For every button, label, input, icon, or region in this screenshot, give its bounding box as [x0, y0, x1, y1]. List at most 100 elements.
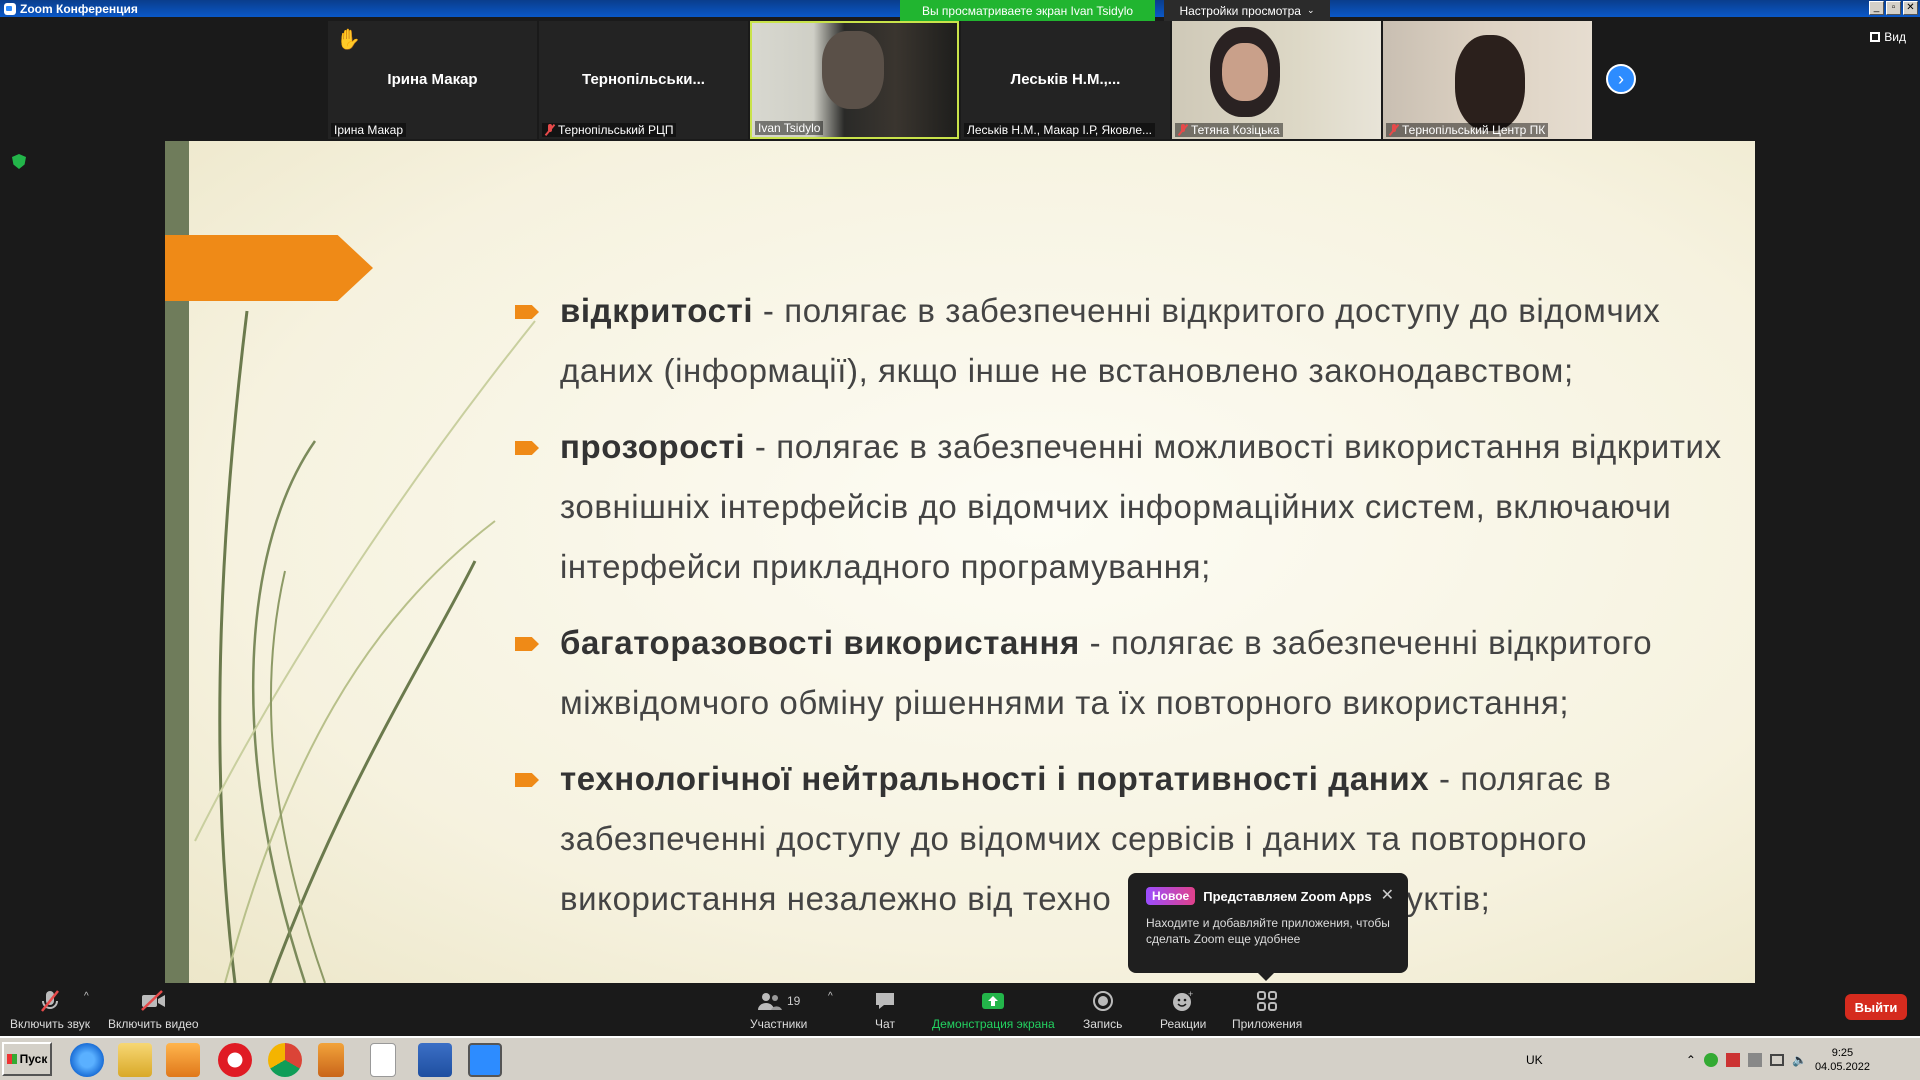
participant-label: Леськів Н.М., Макар І.Р, Яковле...	[964, 123, 1155, 137]
popup-title: Представляем Zoom Apps	[1203, 888, 1372, 904]
close-window-button[interactable]: ✕	[1903, 1, 1918, 15]
participants-icon: 19	[757, 989, 800, 1013]
share-screen-icon	[981, 989, 1005, 1013]
antivirus-icon[interactable]	[1725, 1053, 1740, 1067]
reactions-label: Реакции	[1160, 1017, 1207, 1031]
audio-options-caret-icon[interactable]: ^	[84, 991, 89, 1002]
word-icon[interactable]	[418, 1043, 452, 1077]
security-shield-icon[interactable]	[12, 154, 26, 169]
zoom-logo-icon	[4, 2, 16, 15]
new-badge: Новое	[1146, 887, 1196, 905]
view-settings-button[interactable]: Настройки просмотра ⌄	[1164, 0, 1330, 21]
participant-label: Ivan Tsidylo	[755, 121, 824, 135]
apps-icon	[1256, 989, 1278, 1013]
participants-button[interactable]: 19 Участники	[750, 989, 807, 1031]
bullet-arrow-icon	[515, 305, 539, 319]
start-video-button[interactable]: Включить видео	[108, 989, 199, 1031]
system-tray: UK ⌃ 🔈 9:25 04.05.2022	[1520, 1041, 1920, 1079]
start-video-label: Включить видео	[108, 1017, 199, 1031]
participant-label: Тетяна Козіцька	[1175, 123, 1283, 137]
zoom-taskbar-icon[interactable]	[468, 1043, 502, 1077]
meeting-toolbar: Включить звук ^ Включить видео 19 Участн…	[0, 983, 1920, 1035]
bullet-arrow-icon	[515, 637, 539, 651]
window-title: Zoom Конференция	[20, 1, 138, 16]
leave-button[interactable]: Выйти	[1845, 994, 1907, 1020]
bullet-term: відкритості	[560, 292, 754, 329]
folder-app-icon[interactable]	[318, 1043, 344, 1077]
apps-label: Приложения	[1232, 1017, 1303, 1031]
participant-tile[interactable]: Леськів Н.М.,... Леськів Н.М., Макар І.Р…	[961, 21, 1170, 139]
svg-text:+: +	[1188, 990, 1193, 999]
chrome-browser-icon[interactable]	[268, 1043, 302, 1077]
tray-expand-icon[interactable]: ⌃	[1686, 1053, 1696, 1067]
popup-header: Новое Представляем Zoom Apps	[1146, 887, 1390, 905]
participant-name: Тернопільськи...	[582, 71, 705, 88]
unmute-label: Включить звук	[10, 1017, 91, 1031]
participant-video-face	[822, 31, 884, 109]
unmute-button[interactable]: Включить звук	[10, 989, 90, 1031]
participant-tile[interactable]: Тернопільськи... Тернопільський РЦП	[539, 21, 748, 139]
participants-caret-icon[interactable]: ^	[828, 991, 833, 1002]
view-button-label: Вид	[1884, 30, 1906, 44]
participant-tile[interactable]: Тетяна Козіцька	[1172, 21, 1381, 139]
bullet-arrow-icon	[515, 773, 539, 787]
chat-bubble-icon	[874, 989, 896, 1013]
raised-hand-icon: ✋	[336, 29, 361, 51]
bullet-item: прозорості - полягає в забезпеченні можл…	[515, 417, 1725, 597]
window-controls: _ ▫ ✕	[1869, 1, 1918, 15]
bullet-item: відкритості - полягає в забезпеченні від…	[515, 281, 1725, 401]
zoom-apps-popup: Новое Представляем Zoom Apps ✕ Находите …	[1128, 873, 1408, 981]
apps-button[interactable]: Приложения	[1232, 989, 1302, 1031]
participants-count: 19	[786, 994, 801, 1008]
popup-body: Находите и добавляйте приложения, чтобы …	[1146, 916, 1390, 946]
participant-label-text: Тернопільський РЦП	[558, 123, 674, 137]
chat-label: Чат	[875, 1017, 895, 1031]
record-icon	[1092, 989, 1114, 1013]
bullet-term: прозорості	[560, 428, 746, 465]
opera-browser-icon[interactable]	[218, 1043, 252, 1077]
participant-tile-active-speaker[interactable]: Ivan Tsidylo	[750, 21, 959, 139]
clock[interactable]: 9:25 04.05.2022	[1815, 1046, 1870, 1074]
start-button[interactable]: Пуск	[2, 1042, 52, 1076]
participant-label-text: Ivan Tsidylo	[758, 121, 821, 135]
document-icon[interactable]	[370, 1043, 396, 1077]
share-banner: Вы просматриваете экран Ivan Tsidylo	[900, 0, 1155, 21]
participants-label: Участники	[750, 1017, 808, 1031]
muted-mic-icon	[1178, 124, 1188, 136]
record-label: Запись	[1083, 1017, 1123, 1031]
internet-explorer-icon[interactable]	[70, 1043, 104, 1077]
media-player-icon[interactable]	[166, 1043, 200, 1077]
participant-strip: ✋ Ірина Макар Ірина Макар Тернопільськи.…	[328, 21, 1592, 139]
file-explorer-icon[interactable]	[118, 1043, 152, 1077]
participant-name: Леськів Н.М.,...	[1010, 71, 1121, 88]
participant-label-text: Ірина Макар	[334, 123, 404, 137]
participant-tile[interactable]: Тернопільський Центр ПК	[1383, 21, 1592, 139]
monitor-icon[interactable]	[1769, 1054, 1784, 1066]
clock-time: 9:25	[1831, 1047, 1854, 1059]
share-screen-button[interactable]: Демонстрация экрана	[932, 989, 1055, 1031]
bullet-item: багаторазовості використання - полягає в…	[515, 613, 1725, 733]
maximize-button[interactable]: ▫	[1886, 1, 1901, 15]
shield-tray-icon[interactable]	[1747, 1053, 1762, 1067]
close-icon[interactable]: ✕	[1381, 885, 1394, 905]
minimize-button[interactable]: _	[1869, 1, 1884, 15]
network-icon[interactable]	[1703, 1053, 1718, 1067]
participant-tile[interactable]: ✋ Ірина Макар Ірина Макар	[328, 21, 537, 139]
chat-button[interactable]: Чат	[874, 989, 896, 1031]
view-button[interactable]: Вид	[1870, 30, 1906, 44]
language-indicator[interactable]: UK	[1526, 1053, 1543, 1067]
os-taskbar: Пуск UK ⌃ 🔈 9:25 04.05.2022	[0, 1036, 1920, 1080]
muted-mic-icon	[545, 124, 555, 136]
smiley-plus-icon: +	[1171, 989, 1195, 1013]
record-button[interactable]: Запись	[1083, 989, 1122, 1031]
bullet-arrow-icon	[515, 441, 539, 455]
windows-flag-icon	[6, 1054, 17, 1064]
speaker-icon[interactable]: 🔈	[1792, 1053, 1807, 1067]
reactions-button[interactable]: + Реакции	[1160, 989, 1206, 1031]
participant-label: Тернопільський Центр ПК	[1386, 123, 1549, 137]
share-screen-label: Демонстрация экрана	[932, 1017, 1055, 1031]
video-off-icon	[140, 989, 166, 1013]
participant-label-text: Тернопільський Центр ПК	[1402, 123, 1546, 137]
next-page-arrow-icon[interactable]: ›	[1606, 64, 1636, 94]
muted-microphone-icon	[39, 989, 61, 1013]
